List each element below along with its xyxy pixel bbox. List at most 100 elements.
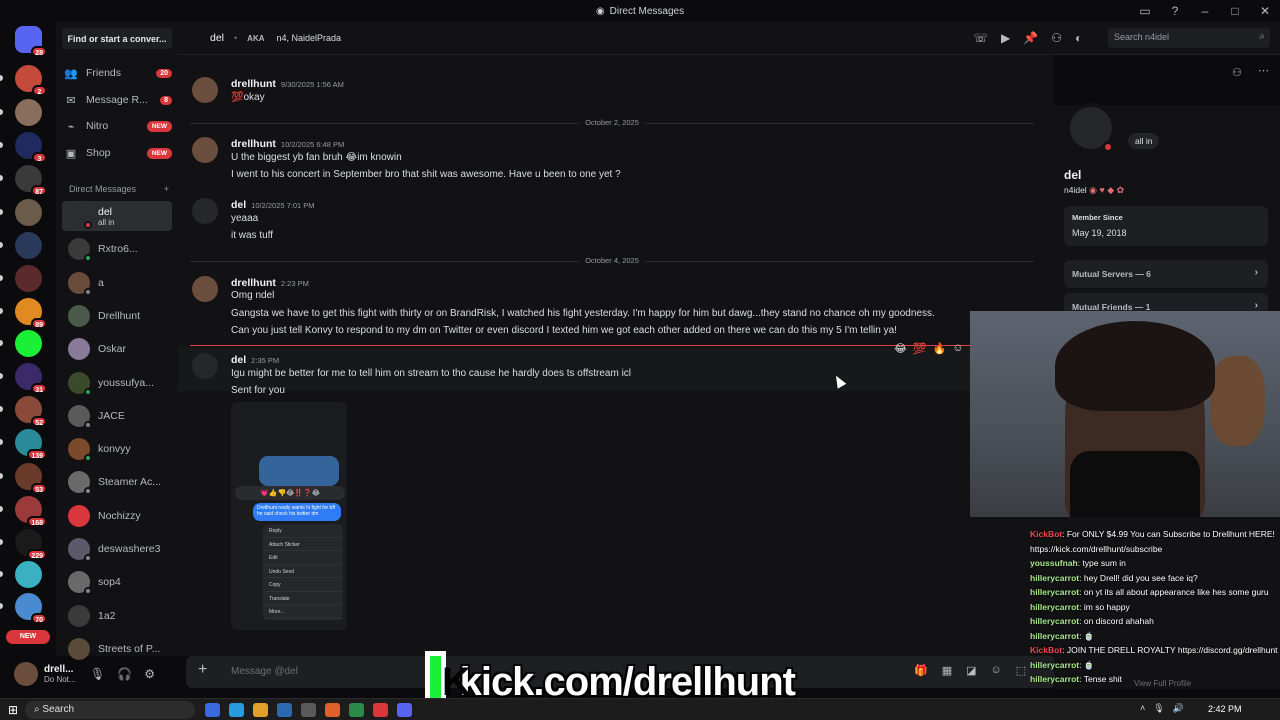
gift-icon[interactable]: 🎁 [914, 664, 928, 677]
add-friend-icon[interactable]: ⚇ [1051, 31, 1062, 45]
dm-item[interactable]: youssufya... [62, 368, 172, 398]
message-timestamp: 2:23 PM [280, 279, 309, 288]
edge-icon[interactable] [229, 703, 244, 717]
inbox-icon[interactable]: ▭ [1130, 4, 1160, 18]
avatar[interactable] [14, 662, 38, 686]
message-author[interactable]: drellhunt [231, 138, 276, 150]
excel-icon[interactable] [349, 703, 364, 717]
reaction-emoji[interactable]: 😂 [894, 342, 907, 355]
dm-item[interactable]: sop4 [62, 567, 172, 597]
server-icon[interactable] [15, 265, 42, 292]
message-author[interactable]: del [231, 354, 246, 366]
gear-icon[interactable]: ⚙ [144, 667, 155, 681]
app-icon[interactable] [205, 703, 220, 717]
server-icon[interactable]: 89 [15, 298, 47, 329]
explorer-icon[interactable] [253, 703, 268, 717]
context-menu-item: Translate [263, 592, 343, 605]
dm-item[interactable]: Drellhunt [62, 301, 172, 331]
user-panel[interactable]: drell... Do Not... 🎙 🎧 ⚙ [6, 656, 166, 692]
nav-mail[interactable]: ✉ Message R... 8 [62, 88, 172, 112]
dm-item[interactable]: Rxtro6... [62, 234, 172, 264]
more-icon[interactable]: ⋯ [1258, 64, 1269, 77]
search-input[interactable]: Search n4idel ⌕ [1108, 28, 1270, 48]
headphones-icon[interactable]: 🎧 [117, 667, 132, 681]
avatar[interactable] [192, 77, 218, 103]
new-badge: NEW [146, 120, 172, 132]
dm-item[interactable]: Steamer Ac... [62, 467, 172, 497]
avatar[interactable] [192, 198, 218, 224]
server-icon[interactable] [15, 99, 42, 126]
minimize-icon[interactable]: – [1190, 4, 1220, 18]
nav-friends[interactable]: 👥 Friends 20 [62, 61, 172, 85]
dm-item[interactable]: Nochizzy [62, 501, 172, 531]
add-dm-icon[interactable]: + [164, 184, 169, 194]
mutual-servers-row[interactable]: Mutual Servers — 6 › [1064, 260, 1268, 288]
message-author[interactable]: del [231, 199, 246, 211]
avatar[interactable] [192, 353, 218, 379]
dm-item[interactable]: Oskar [62, 334, 172, 364]
sticker-icon[interactable]: ◪ [966, 664, 976, 677]
find-conversation-button[interactable]: Find or start a conver... [62, 28, 172, 49]
server-icon[interactable] [15, 232, 42, 259]
message-author[interactable]: drellhunt [231, 277, 276, 289]
windows-start-icon[interactable]: ⊞ [8, 703, 18, 717]
profile-toggle-icon[interactable]: ◐ [1075, 31, 1082, 45]
server-icon[interactable]: 139 [15, 429, 47, 460]
taskbar-search[interactable]: ⌕ Search [25, 701, 195, 719]
message-author[interactable]: drellhunt [231, 78, 276, 90]
dm-item[interactable]: a [62, 268, 172, 298]
dm-item[interactable]: JACE [62, 401, 172, 431]
add-friend-icon[interactable]: ⚇ [1232, 66, 1242, 79]
opera-icon[interactable] [373, 703, 388, 717]
server-badge: 89 [31, 318, 47, 329]
app-icon[interactable] [325, 703, 340, 717]
server-icon[interactable]: 53 [15, 463, 47, 494]
avatar[interactable] [192, 137, 218, 163]
unread-pip [0, 439, 3, 445]
server-icon[interactable]: 87 [15, 165, 47, 196]
microphone-icon[interactable]: 🎙 [90, 667, 105, 681]
unread-pip [0, 340, 3, 346]
server-icon[interactable]: 3 [15, 132, 47, 163]
new-badge[interactable]: NEW [6, 630, 50, 644]
gif-icon[interactable]: ▦ [942, 664, 952, 677]
image-attachment[interactable]: 💗👍👎😂‼️❓😂 Drellhunt really wants hi fight… [231, 402, 347, 630]
server-icon[interactable]: 52 [15, 396, 47, 427]
reaction-emoji[interactable]: 💯 [913, 342, 927, 355]
help-icon[interactable]: ? [1160, 4, 1190, 18]
server-icon[interactable]: 168 [15, 496, 47, 527]
discord-taskbar-icon[interactable] [397, 703, 412, 717]
chevron-up-icon[interactable]: ˄ [1140, 703, 1145, 714]
message-input[interactable]: Message @del [231, 666, 298, 677]
server-icon[interactable] [15, 561, 42, 588]
phone-icon[interactable]: ☏ [973, 31, 988, 45]
outlook-icon[interactable] [277, 703, 292, 717]
nav-nitro[interactable]: ⌁ Nitro NEW [62, 114, 172, 138]
nav-shop[interactable]: ▣ Shop NEW [62, 141, 172, 165]
dm-item[interactable]: del all in [62, 201, 172, 231]
attach-plus-icon[interactable]: + [198, 661, 207, 679]
server-icon[interactable]: 2 [15, 65, 47, 96]
server-icon[interactable]: 31 [15, 363, 47, 394]
server-icon[interactable] [15, 330, 42, 357]
avatar[interactable] [192, 276, 218, 302]
video-icon[interactable]: ▶ [1001, 31, 1010, 45]
server-icon[interactable]: 70 [15, 593, 47, 624]
reaction-emoji[interactable]: 🔥 [933, 342, 947, 355]
dm-item[interactable]: konvyy [62, 434, 172, 464]
volume-icon[interactable]: 🔊 [1173, 703, 1184, 714]
close-icon[interactable]: ✕ [1250, 4, 1280, 18]
pin-icon[interactable]: 📌 [1023, 31, 1038, 45]
dm-item[interactable]: deswashere3 [62, 534, 172, 564]
home-icon[interactable]: 28 [15, 26, 47, 57]
reaction-emoji[interactable]: ☺ [952, 342, 963, 355]
maximize-icon[interactable]: □ [1220, 4, 1250, 18]
server-icon[interactable]: 229 [15, 529, 47, 560]
apps-icon[interactable]: ⬚ [1016, 664, 1026, 677]
app-icon[interactable] [301, 703, 316, 717]
dm-item[interactable]: 1a2 [62, 601, 172, 631]
emoji-icon[interactable]: ☺ [991, 664, 1002, 677]
mic-tray-icon[interactable]: 🎙 [1153, 703, 1164, 714]
server-icon[interactable] [15, 199, 42, 226]
chat-username: hillerycarrot [1030, 572, 1080, 583]
